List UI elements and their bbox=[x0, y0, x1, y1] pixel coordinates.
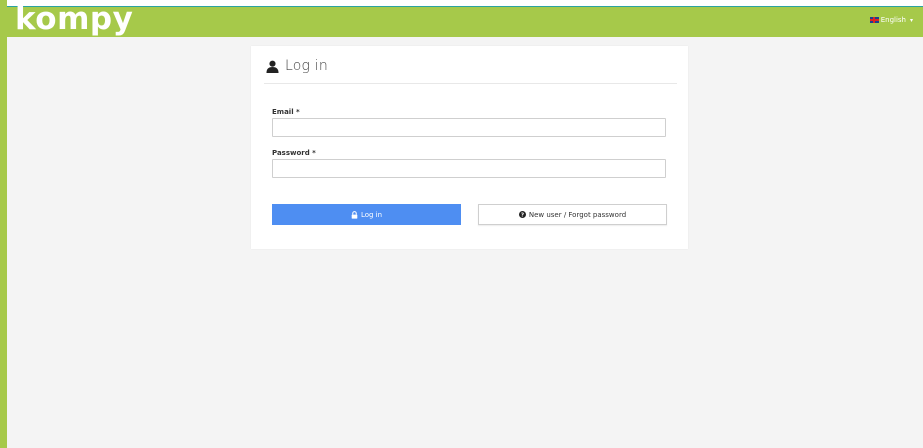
chevron-down-icon: ▾ bbox=[909, 16, 913, 24]
brand-logo[interactable]: kompy bbox=[15, 1, 133, 37]
lock-icon bbox=[351, 210, 358, 219]
uk-flag-icon bbox=[869, 17, 879, 23]
new-user-button-label: New user / Forgot password bbox=[528, 210, 627, 219]
password-label: Password * bbox=[272, 149, 316, 157]
language-label: English bbox=[880, 16, 906, 24]
login-button-label: Log in bbox=[360, 210, 383, 219]
language-selector[interactable]: English ▾ bbox=[869, 16, 913, 24]
password-field[interactable] bbox=[272, 159, 666, 178]
title-divider bbox=[264, 83, 677, 84]
question-circle-icon: ? bbox=[518, 211, 526, 218]
svg-text:?: ? bbox=[521, 213, 524, 218]
app-frame: kompy English ▾ Log in Email * Password … bbox=[0, 0, 923, 448]
new-user-forgot-password-button[interactable]: ? New user / Forgot password bbox=[478, 204, 667, 225]
page-title: Log in bbox=[285, 58, 328, 74]
user-icon bbox=[266, 60, 279, 73]
login-button[interactable]: Log in bbox=[272, 204, 461, 225]
email-field[interactable] bbox=[272, 118, 666, 137]
top-navbar: kompy English ▾ bbox=[7, 1, 923, 37]
login-card: Log in Email * Password * Log in ? New u… bbox=[251, 46, 688, 249]
left-accent-border bbox=[0, 0, 7, 448]
login-header: Log in bbox=[266, 58, 328, 74]
main-content: Log in Email * Password * Log in ? New u… bbox=[7, 37, 923, 448]
email-label: Email * bbox=[272, 108, 300, 116]
